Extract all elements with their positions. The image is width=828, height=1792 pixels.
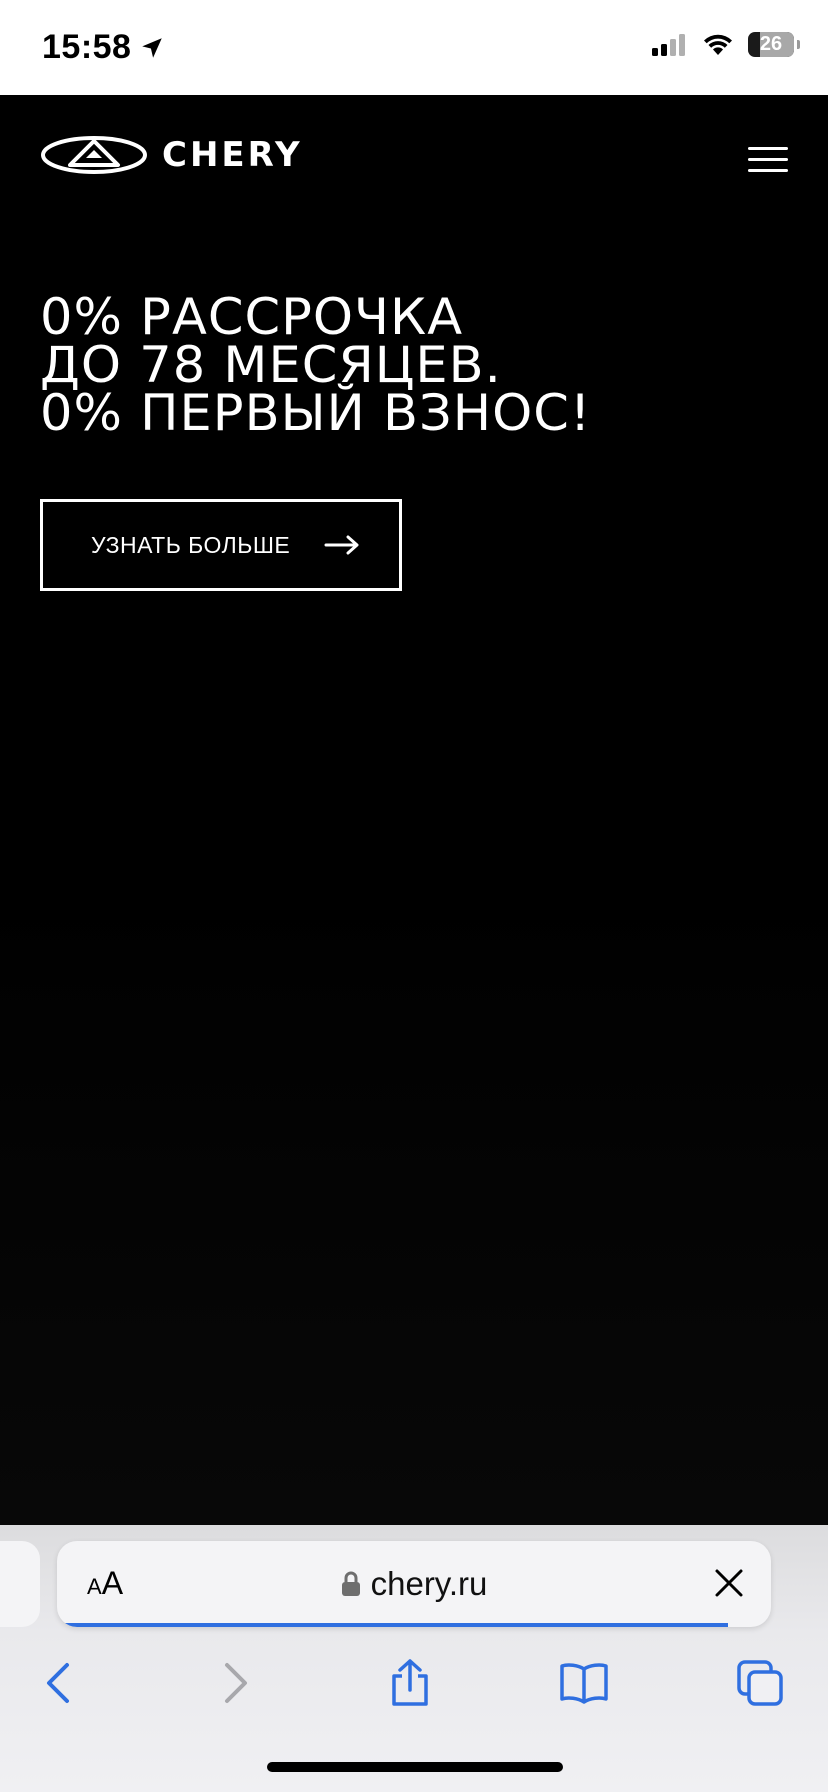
- url-text: chery.ru: [370, 1565, 488, 1602]
- browser-bottom-bar: AA chery.ru: [0, 1525, 828, 1792]
- menu-line: [748, 146, 788, 150]
- share-icon: [392, 1659, 428, 1706]
- website-content: CHERY 0% РАССРОЧКА ДО 78 МЕСЯЦЕВ. 0% ПЕР…: [0, 95, 828, 1525]
- back-button[interactable]: [28, 1653, 88, 1713]
- hero-line: 0% ПЕРВЫЙ ВЗНОС!: [40, 384, 592, 442]
- stop-loading-icon[interactable]: [713, 1567, 745, 1599]
- address-bar[interactable]: AA chery.ru: [57, 1541, 771, 1627]
- hero-line: 0% РАССРОЧКА: [40, 288, 464, 346]
- status-indicators: 26: [652, 32, 800, 57]
- brand-name: CHERY: [162, 135, 303, 175]
- location-arrow-icon: [142, 37, 163, 58]
- book-icon: [560, 1663, 608, 1704]
- url-display[interactable]: chery.ru: [57, 1565, 771, 1603]
- battery-indicator: 26: [748, 32, 800, 57]
- cellular-signal-icon: [652, 33, 685, 56]
- home-indicator[interactable]: [267, 1762, 563, 1772]
- bookmarks-button[interactable]: [554, 1653, 614, 1713]
- learn-more-button[interactable]: УЗНАТЬ БОЛЬШЕ: [40, 499, 402, 591]
- share-button[interactable]: [380, 1653, 440, 1713]
- page-load-progress: [57, 1623, 729, 1627]
- status-time: 15:58: [42, 28, 165, 67]
- tabs-icon: [737, 1660, 783, 1706]
- lock-icon: [341, 1571, 360, 1596]
- chery-logo[interactable]: CHERY: [40, 135, 303, 175]
- previous-tab-edge[interactable]: [0, 1541, 40, 1627]
- browser-toolbar: [0, 1653, 828, 1733]
- learn-more-label: УЗНАТЬ БОЛЬШЕ: [91, 531, 291, 558]
- chevron-left-icon: [47, 1663, 69, 1703]
- status-bar: 15:58 26: [0, 0, 828, 95]
- clock-label: 15:58: [42, 28, 132, 66]
- chevron-right-icon: [225, 1663, 247, 1703]
- wifi-icon: [704, 34, 732, 55]
- menu-line: [748, 168, 788, 172]
- forward-button[interactable]: [206, 1653, 266, 1713]
- hamburger-menu-button[interactable]: [748, 139, 788, 179]
- arrow-right-icon: [324, 535, 359, 555]
- hero-headline: 0% РАССРОЧКА ДО 78 МЕСЯЦЕВ. 0% ПЕРВЫЙ ВЗ…: [40, 288, 592, 442]
- hero-line: ДО 78 МЕСЯЦЕВ.: [40, 336, 502, 394]
- site-header: CHERY: [40, 135, 788, 195]
- battery-level: 26: [759, 33, 783, 55]
- chery-emblem-icon: [41, 136, 147, 174]
- tabs-button[interactable]: [730, 1653, 790, 1713]
- menu-line: [748, 157, 788, 161]
